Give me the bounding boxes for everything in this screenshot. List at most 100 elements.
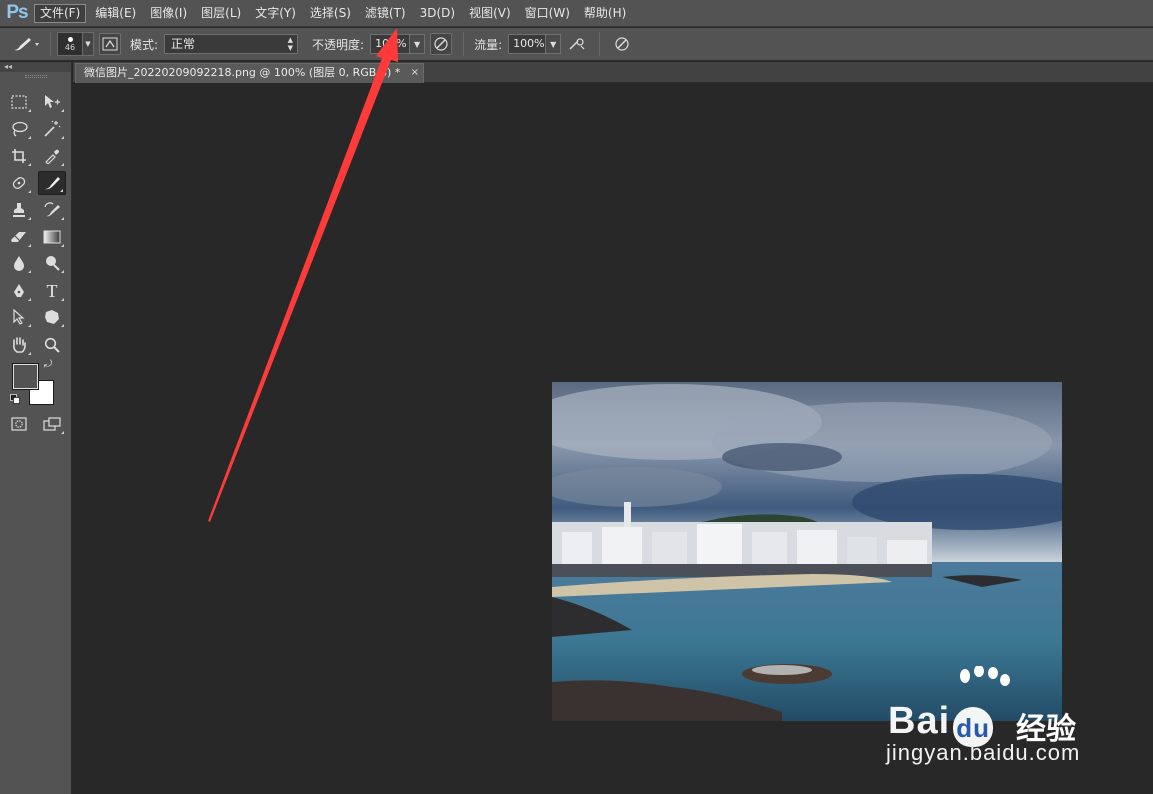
opacity-slider-dropdown[interactable]: ▼ (410, 34, 426, 54)
airbrush-icon (569, 38, 585, 50)
document-tab-strip: 微信图片_20220209092218.png @ 100% (图层 0, RG… (73, 62, 1153, 83)
zoom-tool[interactable] (38, 333, 66, 357)
eyedropper-tool[interactable] (38, 144, 66, 168)
eraser-icon (11, 232, 26, 243)
magic-wand-icon (44, 120, 61, 137)
hand-tool[interactable] (5, 333, 33, 357)
opacity-pressure-button[interactable] (430, 33, 453, 55)
brush-size-value: 46 (64, 42, 76, 52)
brush-preset-dropdown[interactable]: ▼ (83, 32, 94, 56)
tool-preset-picker[interactable] (8, 32, 44, 56)
separator (599, 32, 601, 56)
toolbox-collapse[interactable]: ◂◂ (0, 62, 71, 72)
eyedropper-icon (45, 149, 59, 164)
swap-arrows-icon: ⤾ (43, 358, 53, 370)
brush-preset-picker[interactable]: 46 (57, 32, 83, 56)
menu-type[interactable]: 文字(Y) (250, 4, 301, 23)
default-colors-icon (10, 394, 20, 404)
brush-icon (45, 177, 60, 190)
gradient-icon (43, 230, 61, 244)
toggle-brush-panel-button[interactable] (99, 33, 121, 55)
chevron-down-icon: ▼ (85, 40, 91, 48)
close-icon[interactable]: × (411, 64, 419, 82)
type-tool[interactable]: T (38, 279, 66, 303)
menu-window[interactable]: 窗口(W) (520, 4, 575, 23)
clone-stamp-tool[interactable] (5, 198, 33, 222)
brush-tip-icon (67, 36, 73, 42)
gradient-tool[interactable] (38, 225, 66, 249)
menu-file[interactable]: 文件(F) (34, 3, 87, 23)
healing-brush-tool[interactable] (5, 171, 33, 195)
airbrush-button[interactable] (566, 33, 588, 55)
path-selection-tool[interactable] (5, 305, 33, 329)
rect-marquee-icon (11, 95, 27, 109)
quick-mask-icon (11, 417, 27, 431)
document-tab-title: 微信图片_20220209092218.png @ 100% (图层 0, RG… (84, 66, 401, 79)
options-bar: 46 ▼ 模式: 正常 ▲ ▼ 不透明度: 100% ▼ 流量: 100% ▼ (0, 28, 1153, 61)
stepper-arrows-icon: ▲ ▼ (287, 36, 294, 52)
opacity-input[interactable]: 100% (370, 34, 411, 54)
bandage-icon (12, 177, 26, 189)
crop-icon (12, 149, 26, 163)
screen-mode-icon (43, 417, 61, 431)
menu-image[interactable]: 图像(I) (145, 4, 192, 23)
eraser-tool[interactable] (5, 225, 33, 249)
document-tab[interactable]: 微信图片_20220209092218.png @ 100% (图层 0, RG… (75, 63, 424, 83)
type-icon: T (46, 280, 58, 301)
flow-input[interactable]: 100% (508, 34, 547, 54)
foreground-color-swatch[interactable] (13, 364, 38, 389)
watermark-url: jingyan.baidu.com (886, 740, 1081, 765)
paw-logo-icon (960, 666, 1010, 686)
menu-edit[interactable]: 编辑(E) (90, 4, 141, 23)
crop-tool[interactable] (5, 144, 33, 168)
toolbox-grip[interactable] (0, 72, 71, 80)
history-brush-icon (44, 202, 60, 217)
separator (50, 32, 51, 56)
default-colors-button[interactable] (8, 392, 22, 406)
shape-icon (45, 310, 59, 324)
menu-layer[interactable]: 图层(L) (196, 4, 246, 23)
brush-tool[interactable] (38, 171, 66, 195)
pen-icon (14, 284, 24, 297)
baidu-watermark: Bai du 经验 jingyan.baidu.com (880, 666, 1120, 776)
dodge-icon (46, 256, 60, 271)
move-tool[interactable] (38, 90, 66, 114)
photoshop-window: Ps 文件(F) 编辑(E) 图像(I) 图层(L) 文字(Y) 选择(S) 滤… (0, 0, 1153, 794)
menu-bar: Ps 文件(F) 编辑(E) 图像(I) 图层(L) 文字(Y) 选择(S) 滤… (0, 0, 1153, 27)
menu-help[interactable]: 帮助(H) (579, 4, 631, 23)
custom-shape-tool[interactable] (38, 305, 66, 329)
blend-mode-select[interactable]: 正常 ▲ ▼ (164, 34, 299, 54)
screen-mode-button[interactable] (38, 412, 66, 436)
pressure-icon (434, 37, 448, 51)
menu-filter[interactable]: 滤镜(T) (360, 4, 411, 23)
menu-3d[interactable]: 3D(D) (415, 4, 460, 23)
separator (463, 32, 465, 56)
quick-mask-button[interactable] (5, 412, 33, 436)
opacity-label: 不透明度: (312, 37, 365, 52)
drop-icon (14, 256, 24, 271)
swap-colors-button[interactable]: ⤾ (40, 357, 56, 371)
dodge-tool[interactable] (38, 251, 66, 275)
magic-wand-tool[interactable] (38, 117, 66, 141)
move-icon (45, 95, 60, 108)
menu-view[interactable]: 视图(V) (464, 4, 516, 23)
size-pressure-button[interactable] (611, 33, 633, 55)
chevron-down-icon: ▼ (550, 39, 557, 49)
arrow-pointer-icon (13, 309, 25, 325)
marquee-tool[interactable] (5, 90, 33, 114)
flow-slider-dropdown[interactable]: ▼ (546, 34, 562, 54)
stamp-icon (13, 203, 25, 217)
menu-select[interactable]: 选择(S) (305, 4, 356, 23)
history-brush-tool[interactable] (38, 198, 66, 222)
pen-tool[interactable] (5, 279, 33, 303)
blend-mode-value: 正常 (171, 37, 196, 51)
brush-panel-icon (102, 37, 118, 51)
pressure-icon (615, 37, 629, 51)
blur-tool[interactable] (5, 251, 33, 275)
flow-label: 流量: (474, 37, 503, 52)
zoom-icon (44, 337, 60, 353)
lasso-tool[interactable] (5, 117, 33, 141)
brush-icon (14, 38, 39, 51)
mode-label: 模式: (130, 37, 159, 52)
lasso-icon (12, 121, 28, 137)
